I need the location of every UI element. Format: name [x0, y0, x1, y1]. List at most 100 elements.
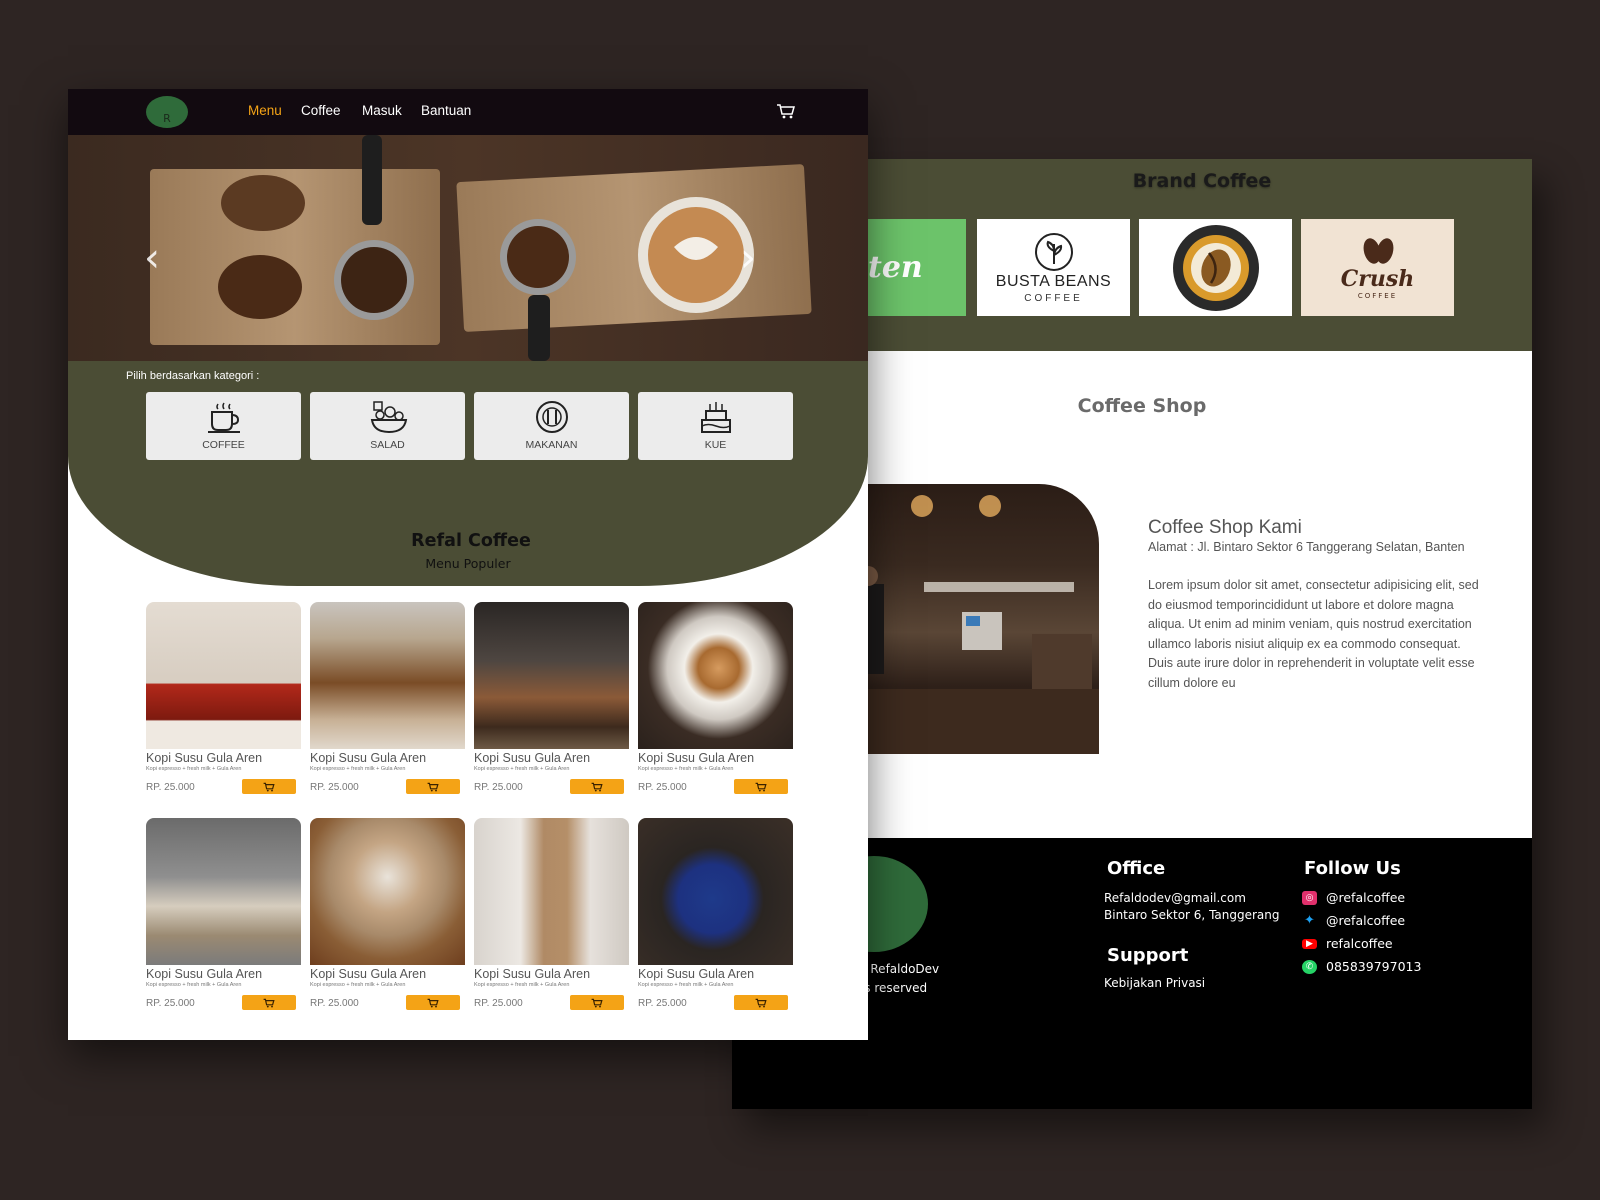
- coffee-shop-photo: [832, 484, 1099, 754]
- category-name: COFFEE: [202, 439, 245, 451]
- cart-icon: [263, 782, 275, 791]
- product-photo: [310, 602, 465, 749]
- plate-cutlery-icon: [536, 401, 568, 433]
- product-name: Kopi Susu Gula Aren: [474, 967, 591, 981]
- crush-subtitle: COFFEE: [1357, 291, 1398, 300]
- product-price: RP. 25.000: [146, 782, 195, 793]
- footer-office-address: Bintaro Sektor 6, Tanggerang: [1104, 908, 1280, 922]
- coffee-cup-icon: [208, 402, 240, 433]
- social-handle: 085839797013: [1326, 959, 1422, 974]
- category-label: Pilih berdasarkan kategori :: [126, 370, 260, 382]
- product-card[interactable]: Kopi Susu Gula Aren Kopi espresso + fres…: [638, 818, 793, 1018]
- add-to-cart-button[interactable]: [406, 995, 460, 1010]
- category-name: MAKANAN: [525, 439, 578, 451]
- add-to-cart-button[interactable]: [242, 779, 296, 794]
- product-price: RP. 25.000: [474, 782, 523, 793]
- product-desc: Kopi espresso + fresh milk + Gula Aren: [638, 766, 734, 772]
- category-salad[interactable]: SALAD: [310, 392, 465, 460]
- product-desc: Kopi espresso + fresh milk + Gula Aren: [146, 982, 242, 988]
- cart-icon: [427, 998, 439, 1007]
- product-desc: Kopi espresso + fresh milk + Gula Aren: [146, 766, 242, 772]
- nav-link-bantuan[interactable]: Bantuan: [421, 103, 471, 118]
- social-handle: refalcoffee: [1326, 936, 1393, 951]
- nav-link-masuk[interactable]: Masuk: [362, 103, 402, 118]
- social-handle: @refalcoffee: [1326, 890, 1406, 905]
- product-card[interactable]: Kopi Susu Gula Aren Kopi espresso + fres…: [474, 818, 629, 1018]
- social-instagram[interactable]: ◎ @refalcoffee: [1302, 890, 1405, 905]
- hero-carousel: ‹ ›: [68, 135, 868, 361]
- crush-wordmark: Crush: [1340, 265, 1415, 292]
- carousel-next-arrow[interactable]: ›: [740, 235, 756, 281]
- category-makanan[interactable]: MAKANAN: [474, 392, 629, 460]
- footer-office-email[interactable]: Refaldodev@gmail.com: [1104, 891, 1246, 905]
- category-section: Pilih berdasarkan kategori : COFFEE SALA…: [68, 361, 868, 586]
- coffee-bean-icon: [1363, 237, 1393, 264]
- social-youtube[interactable]: ▶ refalcoffee: [1302, 936, 1393, 951]
- whatsapp-icon: ✆: [1302, 959, 1317, 974]
- product-price: RP. 25.000: [310, 998, 359, 1009]
- brand-section-title: Brand Coffee: [1132, 170, 1272, 192]
- add-to-cart-button[interactable]: [406, 779, 460, 794]
- product-name: Kopi Susu Gula Aren: [638, 751, 755, 765]
- product-card[interactable]: Kopi Susu Gula Aren Kopi espresso + fres…: [638, 602, 793, 802]
- nav-logo-letter: R: [163, 112, 171, 125]
- brand-logo-cuppa[interactable]: [1139, 219, 1292, 316]
- add-to-cart-button[interactable]: [570, 995, 624, 1010]
- category-name: KUE: [704, 439, 727, 451]
- cart-icon[interactable]: [776, 103, 796, 119]
- coffee-shop-description: Lorem ipsum dolor sit amet, consectetur …: [1148, 578, 1479, 690]
- menu-page: R Menu Coffee Masuk Bantuan ‹ › Pilih be…: [68, 89, 868, 1040]
- cuppa-seal-logo: [1172, 224, 1259, 311]
- social-handle: @refalcoffee: [1326, 913, 1406, 928]
- carousel-prev-arrow[interactable]: ‹: [144, 235, 160, 281]
- footer-support-title: Support: [1107, 945, 1189, 966]
- product-name: Kopi Susu Gula Aren: [474, 751, 591, 765]
- coffee-plant-icon: [1034, 233, 1073, 271]
- add-to-cart-button[interactable]: [242, 995, 296, 1010]
- category-coffee[interactable]: COFFEE: [146, 392, 301, 460]
- product-photo: [146, 818, 301, 965]
- footer-privacy-link[interactable]: Kebijakan Privasi: [1104, 976, 1205, 990]
- product-name: Kopi Susu Gula Aren: [146, 967, 263, 981]
- category-kue[interactable]: KUE: [638, 392, 793, 460]
- social-twitter[interactable]: ✦ @refalcoffee: [1302, 913, 1405, 928]
- product-photo: [638, 818, 793, 965]
- menu-brand-title: Refal Coffee: [411, 531, 531, 551]
- product-card[interactable]: Kopi Susu Gula Aren Kopi espresso + fres…: [146, 602, 301, 802]
- cart-icon: [263, 998, 275, 1007]
- busta-beans-subtitle: COFFEE: [1024, 293, 1083, 304]
- brand-logo-busta-beans[interactable]: BUSTA BEANS COFFEE: [977, 219, 1130, 316]
- product-desc: Kopi espresso + fresh milk + Gula Aren: [638, 982, 734, 988]
- add-to-cart-button[interactable]: [570, 779, 624, 794]
- menu-subtitle: Menu Populer: [425, 556, 511, 571]
- brand-logo-crush[interactable]: Crush COFFEE: [1301, 219, 1454, 316]
- navbar: R Menu Coffee Masuk Bantuan: [68, 89, 868, 135]
- product-price: RP. 25.000: [146, 998, 195, 1009]
- twitter-icon: ✦: [1304, 913, 1315, 928]
- product-card[interactable]: Kopi Susu Gula Aren Kopi espresso + fres…: [310, 818, 465, 1018]
- nav-link-menu[interactable]: Menu: [248, 103, 282, 118]
- cart-icon: [755, 782, 767, 791]
- add-to-cart-button[interactable]: [734, 995, 788, 1010]
- product-card[interactable]: Kopi Susu Gula Aren Kopi espresso + fres…: [310, 602, 465, 802]
- product-price: RP. 25.000: [638, 998, 687, 1009]
- product-name: Kopi Susu Gula Aren: [638, 967, 755, 981]
- product-card[interactable]: Kopi Susu Gula Aren Kopi espresso + fres…: [474, 602, 629, 802]
- product-price: RP. 25.000: [638, 782, 687, 793]
- nav-logo[interactable]: R: [146, 96, 188, 128]
- social-whatsapp[interactable]: ✆ 085839797013: [1302, 959, 1421, 974]
- add-to-cart-button[interactable]: [734, 779, 788, 794]
- product-photo: [474, 818, 629, 965]
- product-card[interactable]: Kopi Susu Gula Aren Kopi espresso + fres…: [146, 818, 301, 1018]
- product-name: Kopi Susu Gula Aren: [146, 751, 263, 765]
- coffee-shop-title: Coffee Shop: [1077, 395, 1207, 417]
- product-photo: [474, 602, 629, 749]
- product-name: Kopi Susu Gula Aren: [310, 751, 427, 765]
- product-photo: [638, 602, 793, 749]
- busta-beans-wordmark: BUSTA BEANS: [995, 273, 1112, 290]
- product-desc: Kopi espresso + fresh milk + Gula Aren: [310, 982, 406, 988]
- instagram-icon: ◎: [1302, 890, 1317, 905]
- product-price: RP. 25.000: [474, 998, 523, 1009]
- cart-icon: [427, 782, 439, 791]
- nav-link-coffee[interactable]: Coffee: [301, 103, 341, 118]
